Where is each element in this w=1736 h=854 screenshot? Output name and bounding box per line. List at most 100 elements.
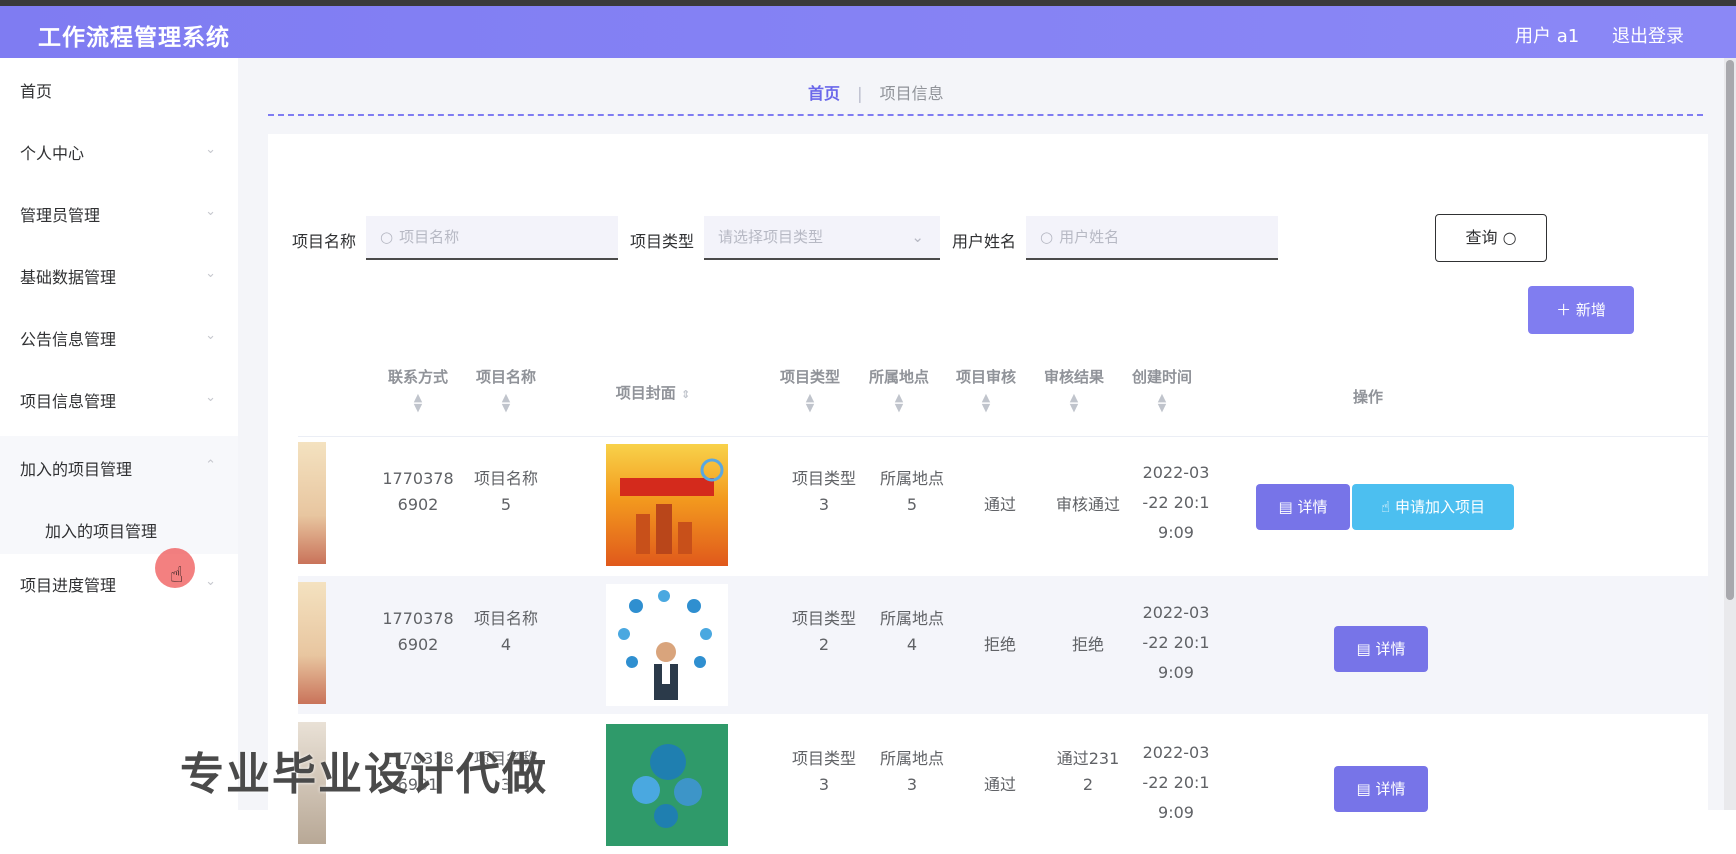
project-type-placeholder: 请选择项目类型 bbox=[718, 228, 824, 246]
table-row: 1770378 6902 项目名称 4 项目类型 2 所属地点 4 拒绝 拒绝 … bbox=[298, 576, 1708, 714]
chevron-down-icon: ⌄ bbox=[205, 328, 216, 343]
sidebar-item-admin-management[interactable]: 管理员管理 ⌄ bbox=[0, 182, 238, 248]
sidebar-item-basic-data[interactable]: 基础数据管理 ⌄ bbox=[0, 244, 238, 310]
add-button-label: 新增 bbox=[1575, 301, 1606, 319]
watermark-overlay: 专业毕业设计代做 bbox=[180, 749, 548, 800]
detail-button[interactable]: ▤ 详情 bbox=[1334, 766, 1428, 812]
project-name-placeholder: 项目名称 bbox=[399, 228, 460, 246]
column-header-review[interactable]: 项目审核 ▲ ▼ bbox=[944, 366, 1028, 413]
sidebar-item-label: 项目进度管理 bbox=[20, 576, 117, 595]
project-cover-image[interactable] bbox=[606, 584, 728, 706]
column-header-result[interactable]: 审核结果 ▲ ▼ bbox=[1032, 366, 1116, 413]
column-header-label: 项目类型 bbox=[779, 368, 840, 386]
cover-art bbox=[632, 744, 702, 828]
cell-location: 所属地点 5 bbox=[879, 469, 944, 514]
project-type-select[interactable]: 请选择项目类型 ⌄ bbox=[704, 216, 940, 260]
column-header-ops: 操作 bbox=[1318, 386, 1418, 407]
cell-location: 所属地点 4 bbox=[879, 609, 944, 654]
cell-name: 项目名称 4 bbox=[473, 609, 538, 654]
column-header-label: 所属地点 bbox=[868, 368, 929, 386]
sidebar-item-project-info[interactable]: 项目信息管理 ⌄ bbox=[0, 368, 238, 434]
app-title: 工作流程管理系统 bbox=[38, 25, 230, 51]
column-header-label: 项目名称 bbox=[475, 368, 536, 386]
cell-location: 所属地点 3 bbox=[879, 749, 944, 794]
cell-name: 项目名称 5 bbox=[473, 469, 538, 514]
user-name-label: 用户姓名 bbox=[952, 232, 1017, 251]
sidebar-item-label: 项目信息管理 bbox=[20, 392, 117, 411]
sidebar-item-home[interactable]: 首页 bbox=[0, 58, 238, 124]
column-header-label: 审核结果 bbox=[1043, 368, 1104, 386]
project-cover-image[interactable] bbox=[606, 444, 728, 566]
project-name-input[interactable]: ○ 项目名称 bbox=[366, 216, 618, 260]
column-header-type[interactable]: 项目类型 ▲ ▼ bbox=[768, 366, 852, 413]
sidebar-item-label: 首页 bbox=[20, 82, 53, 101]
chevron-down-icon: ⌄ bbox=[205, 574, 216, 589]
sidebar-item-announcements[interactable]: 公告信息管理 ⌄ bbox=[0, 306, 238, 372]
user-name-input[interactable]: ○ 用户姓名 bbox=[1026, 216, 1278, 260]
sort-icon: ▲ ▼ bbox=[413, 391, 423, 414]
chevron-down-icon: ⌄ bbox=[205, 266, 216, 281]
cell-created: 2022-03 -22 20:1 9:09 bbox=[1142, 603, 1210, 682]
column-header-name[interactable]: 项目名称 ▲ ▼ bbox=[464, 366, 548, 413]
sort-icon: ⇕ bbox=[681, 388, 691, 401]
detail-button[interactable]: ▤ 详情 bbox=[1334, 626, 1428, 672]
sidebar-item-project-progress[interactable]: 项目进度管理 ⌄ bbox=[0, 552, 238, 618]
content-panel: 项目名称 ○ 项目名称 项目类型 请选择项目类型 ⌄ 用户姓名 ○ 用户姓名 查询 … bbox=[268, 134, 1708, 846]
search-icon: ○ bbox=[1040, 228, 1054, 246]
cell-result: 审核通过 bbox=[1055, 495, 1120, 514]
column-header-label: 联系方式 bbox=[387, 368, 448, 386]
column-header-created[interactable]: 创建时间 ▲ ▼ bbox=[1120, 366, 1204, 413]
row-thumbnail-edge bbox=[298, 582, 326, 704]
hand-cursor-icon: ☝ bbox=[170, 563, 184, 588]
cell-review: 通过 bbox=[983, 495, 1016, 514]
plus-icon: ＋ bbox=[1556, 301, 1576, 319]
column-header-contact[interactable]: 联系方式 ▲ ▼ bbox=[376, 366, 460, 413]
chevron-down-icon: ⌄ bbox=[911, 228, 924, 246]
search-icon: ○ bbox=[1502, 228, 1517, 247]
project-cover-image[interactable] bbox=[606, 724, 728, 846]
sidebar-item-joined-projects[interactable]: 加入的项目管理 ⌃ bbox=[0, 436, 238, 502]
cell-result: 拒绝 bbox=[1071, 635, 1104, 654]
add-button[interactable]: ＋ 新增 bbox=[1528, 286, 1634, 334]
sidebar-item-personal-center[interactable]: 个人中心 ⌄ bbox=[0, 120, 238, 186]
detail-button-label: 详情 bbox=[1297, 498, 1328, 516]
project-name-label: 项目名称 bbox=[292, 232, 357, 251]
hand-pointer-icon: ☝ bbox=[1381, 498, 1395, 516]
sidebar-subitem-label: 加入的项目管理 bbox=[45, 522, 158, 541]
sidebar-subitem-joined-projects[interactable]: 加入的项目管理 bbox=[0, 502, 238, 554]
user-name[interactable]: 用户 a1 bbox=[1515, 22, 1579, 48]
cell-contact: 1770378 6902 bbox=[382, 469, 454, 514]
scrollbar-thumb[interactable] bbox=[1726, 60, 1734, 600]
sidebar-item-label: 加入的项目管理 bbox=[20, 460, 133, 479]
sort-icon: ▲ ▼ bbox=[501, 391, 511, 414]
cell-review: 拒绝 bbox=[983, 635, 1016, 654]
project-type-label: 项目类型 bbox=[630, 232, 695, 251]
sidebar-item-label: 个人中心 bbox=[20, 144, 85, 163]
breadcrumb-separator-icon: ❘ bbox=[853, 84, 867, 103]
dashed-divider bbox=[268, 114, 1703, 116]
sort-icon: ▲ ▼ bbox=[894, 391, 904, 414]
search-icon: ○ bbox=[380, 228, 394, 246]
top-header: 工作流程管理系统 用户 a1 退出登录 bbox=[0, 6, 1736, 58]
query-button[interactable]: 查询 ○ bbox=[1435, 214, 1547, 262]
column-header-cover[interactable]: 项目封面 ⇕ bbox=[598, 382, 708, 403]
breadcrumb: 首页 ❘ 项目信息 bbox=[808, 80, 944, 104]
breadcrumb-home[interactable]: 首页 bbox=[808, 84, 840, 103]
chevron-down-icon: ⌄ bbox=[205, 204, 216, 219]
table-row: 1770378 6902 项目名称 5 项目类型 3 所属地点 5 通过 审核通… bbox=[298, 436, 1708, 574]
apply-join-button[interactable]: ☝ 申请加入项目 bbox=[1352, 484, 1514, 530]
cell-contact: 1770378 6902 bbox=[382, 609, 454, 654]
cell-created: 2022-03 -22 20:1 9:09 bbox=[1142, 743, 1210, 822]
sort-icon: ▲ ▼ bbox=[981, 391, 991, 414]
sidebar-item-label: 公告信息管理 bbox=[20, 330, 117, 349]
cell-type: 项目类型 2 bbox=[791, 609, 856, 654]
cell-review: 通过 bbox=[983, 775, 1016, 794]
detail-button[interactable]: ▤ 详情 bbox=[1256, 484, 1350, 530]
breadcrumb-current: 项目信息 bbox=[879, 84, 944, 103]
column-header-location[interactable]: 所属地点 ▲ ▼ bbox=[857, 366, 941, 413]
logout-button[interactable]: 退出登录 bbox=[1612, 22, 1684, 48]
cell-created: 2022-03 -22 20:1 9:09 bbox=[1142, 463, 1210, 542]
sidebar-item-label: 基础数据管理 bbox=[20, 268, 117, 287]
sort-icon: ▲ ▼ bbox=[1069, 391, 1079, 414]
chevron-up-icon: ⌃ bbox=[205, 458, 216, 473]
